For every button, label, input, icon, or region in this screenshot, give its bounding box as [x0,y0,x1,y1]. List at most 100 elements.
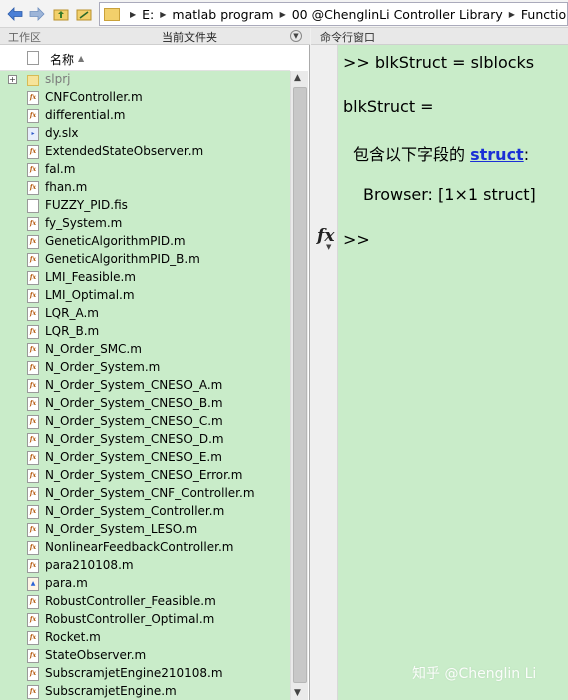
file-list-item[interactable]: fx N_Order_System_CNESO_A.m [0,377,290,395]
address-segment[interactable]: matlab program [168,7,277,22]
file-list-item[interactable]: fx NonlinearFeedbackController.m [0,539,290,557]
file-list-item[interactable]: FUZZY_PID.fis [0,197,290,215]
file-name: CNFController.m [45,90,143,104]
address-bar[interactable]: ▶ E: ▶ matlab program ▶ 00 @ChenglinLi C… [99,2,568,26]
file-list: + slprj fx CNFController.m fx differential.m ▸… [0,71,290,700]
file-list-item[interactable]: fx N_Order_System_CNESO_E.m [0,449,290,467]
simulink-model-icon: ▸ [27,127,39,141]
file-name: para210108.m [45,558,134,572]
file-list-item[interactable]: fx fy_System.m [0,215,290,233]
file-list-item[interactable]: fx para210108.m [0,557,290,575]
file-list-item[interactable]: fx GeneticAlgorithmPID_B.m [0,251,290,269]
name-column-header[interactable]: 名称 [50,51,74,68]
forward-arrow-icon[interactable] [28,5,46,23]
file-name: N_Order_System_CNESO_D.m [45,432,224,446]
file-list-item[interactable]: fx N_Order_System_CNESO_C.m [0,413,290,431]
file-list-item[interactable]: fx LQR_A.m [0,305,290,323]
result-variable: blkStruct = [343,97,434,116]
file-list-item[interactable]: ▲ para.m [0,575,290,593]
m-file-icon: fx [27,595,39,609]
m-file-icon: fx [27,523,39,537]
sort-ascending-icon: ▲ [78,54,85,63]
tab-workspace[interactable]: 工作区 [8,29,41,45]
file-name: N_Order_System_Controller.m [45,504,225,518]
scroll-down-arrow-icon[interactable]: ▼ [294,688,301,698]
struct-description: 包含以下字段的 struct: [353,141,529,165]
chevron-right-icon[interactable]: ▶ [128,10,138,19]
chevron-right-icon[interactable]: ▶ [507,10,517,19]
file-list-item[interactable]: fx LMI_Feasible.m [0,269,290,287]
document-icon [27,199,39,213]
file-list-item[interactable]: fx differential.m [0,107,290,125]
file-list-item[interactable]: ▸ dy.slx [0,125,290,143]
file-list-item[interactable]: fx N_Order_System_CNESO_D.m [0,431,290,449]
scrollbar-thumb[interactable] [293,87,307,683]
file-list-item[interactable]: fx GeneticAlgorithmPID.m [0,233,290,251]
file-name: ExtendedStateObserver.m [45,144,204,158]
file-list-item[interactable]: fx ExtendedStateObserver.m [0,143,290,161]
file-list-item[interactable]: fx fal.m [0,161,290,179]
file-name: N_Order_System_CNESO_Error.m [45,468,243,482]
m-file-icon: fx [27,109,39,123]
expand-plus-icon[interactable]: + [8,75,17,84]
file-list-scrollbar[interactable]: ▲ ▼ [290,71,308,700]
address-toolbar: ▶ E: ▶ matlab program ▶ 00 @ChenglinLi C… [0,0,568,28]
tab-current-folder[interactable]: 当前文件夹 [162,29,217,45]
command-prompt[interactable]: >> [343,230,370,249]
file-list-item[interactable]: fx StateObserver.m [0,647,290,665]
up-folder-icon[interactable] [52,5,70,23]
file-name: dy.slx [45,126,79,140]
command-window-header: 命令行窗口 [311,28,568,45]
file-list-item[interactable]: fx LQR_B.m [0,323,290,341]
file-list-item[interactable]: fx N_Order_System_CNF_Controller.m [0,485,290,503]
chevron-down-icon[interactable]: ▼ [326,243,331,251]
struct-suffix-text: : [523,145,530,164]
file-list-item[interactable]: + slprj [0,71,290,89]
command-input-line: >> blkStruct = slblocks [343,53,535,72]
file-name: LMI_Feasible.m [45,270,136,284]
watermark: 知乎 @Chenglin Li [412,666,537,682]
file-type-column-icon [27,51,39,65]
file-list-item[interactable]: fx N_Order_System.m [0,359,290,377]
file-name: RobustController_Optimal.m [45,612,215,626]
browse-folder-icon[interactable] [75,5,93,23]
file-name: LQR_B.m [45,324,100,338]
file-list-item[interactable]: fx SubscramjetEngine210108.m [0,665,290,683]
file-name: N_Order_System_CNESO_E.m [45,450,222,464]
file-list-item[interactable]: fx Rocket.m [0,629,290,647]
m-file-icon: fx [27,541,39,555]
struct-prefix-text: 包含以下字段的 [353,145,466,164]
file-name: N_Order_SMC.m [45,342,142,356]
command-window[interactable]: >> blkStruct = slblocks blkStruct = 包含以下… [338,45,568,700]
file-name: N_Order_System_CNF_Controller.m [45,486,255,500]
address-segment[interactable]: 00 @ChenglinLi Controller Library [288,7,507,22]
m-file-icon: fx [27,91,39,105]
file-list-item[interactable]: fx RobustController_Feasible.m [0,593,290,611]
m-file-icon: fx [27,667,39,681]
file-list-item[interactable]: fx N_Order_System_Controller.m [0,503,290,521]
address-drive[interactable]: E: [138,7,158,22]
struct-doc-link[interactable]: struct [470,145,524,164]
file-list-item[interactable]: fx N_Order_System_CNESO_B.m [0,395,290,413]
m-file-icon: fx [27,487,39,501]
m-file-icon: fx [27,613,39,627]
address-segment[interactable]: Function [517,7,567,22]
back-arrow-icon[interactable] [6,5,24,23]
chevron-right-icon[interactable]: ▶ [278,10,288,19]
file-list-item[interactable]: fx LMI_Optimal.m [0,287,290,305]
m-file-icon: fx [27,415,39,429]
file-name: GeneticAlgorithmPID_B.m [45,252,200,266]
file-list-item[interactable]: fx N_Order_System_LESO.m [0,521,290,539]
file-list-item[interactable]: fx RobustController_Optimal.m [0,611,290,629]
m-file-icon: fx [27,451,39,465]
panel-actions-dropdown-icon[interactable]: ▼ [290,30,302,42]
file-list-item[interactable]: fx N_Order_SMC.m [0,341,290,359]
chevron-right-icon[interactable]: ▶ [158,10,168,19]
file-list-item[interactable]: fx N_Order_System_CNESO_Error.m [0,467,290,485]
file-list-item[interactable]: fx fhan.m [0,179,290,197]
file-list-item[interactable]: fx SubscramjetEngine.m [0,683,290,700]
file-list-item[interactable]: fx CNFController.m [0,89,290,107]
scroll-up-arrow-icon[interactable]: ▲ [294,73,301,83]
m-file-icon: fx [27,361,39,375]
m-file-icon: fx [27,253,39,267]
